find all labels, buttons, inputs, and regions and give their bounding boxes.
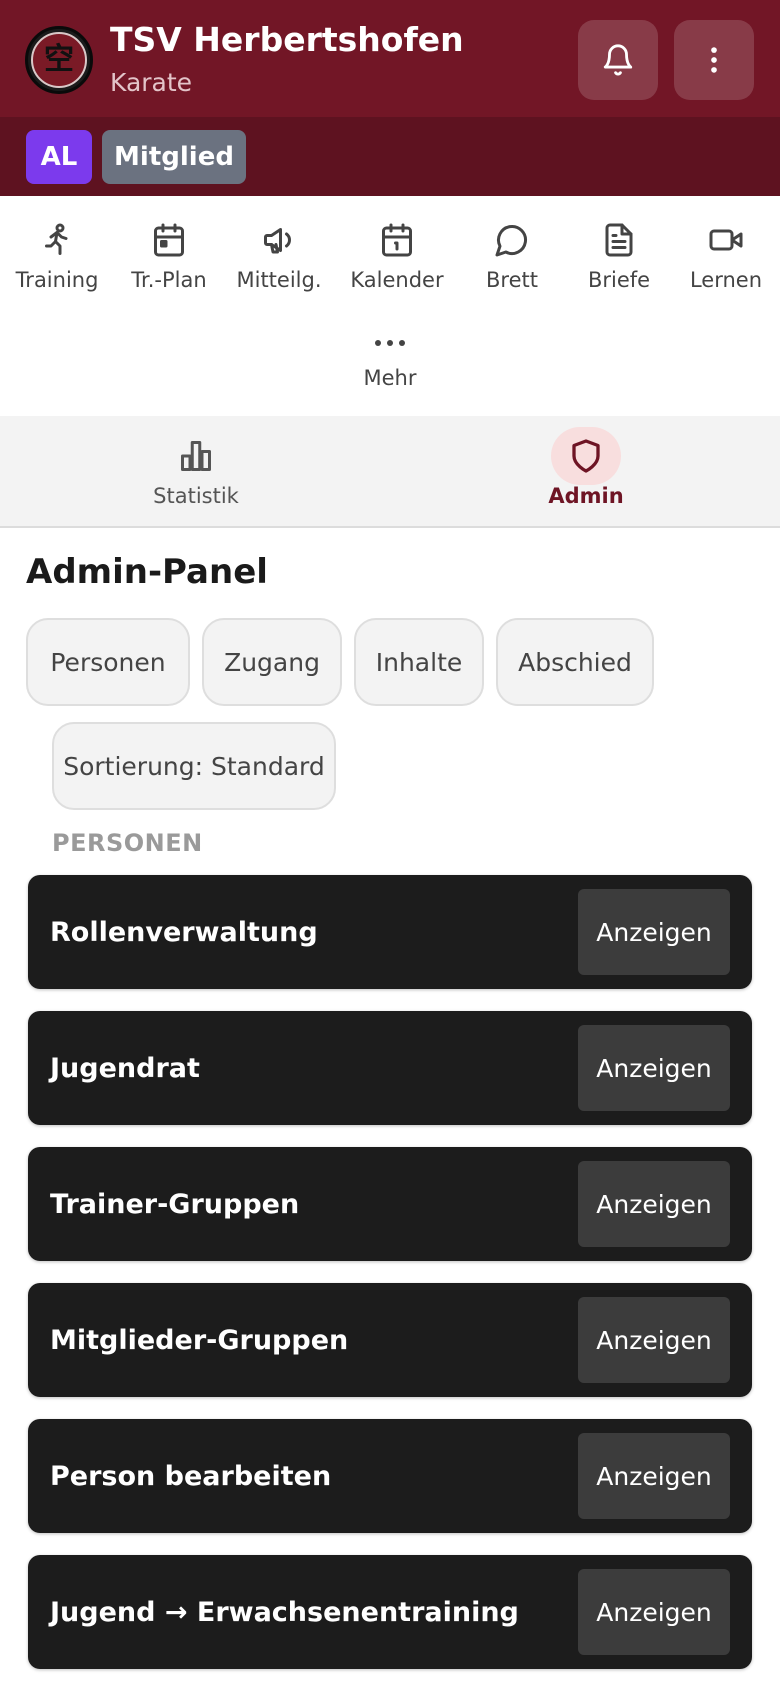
card-title: Rollenverwaltung — [50, 916, 318, 948]
filter-chip-access[interactable]: Zugang — [202, 618, 342, 706]
admin-card-member-groups: Mitglieder-Gruppen Anzeigen — [28, 1283, 752, 1397]
filter-chip-content[interactable]: Inhalte — [354, 618, 484, 706]
bar-chart-icon — [181, 441, 211, 471]
running-icon — [45, 223, 68, 255]
main-navigation: Training Tr.-Plan Mitteilg. Kalender Bre… — [0, 196, 780, 416]
show-button[interactable]: Anzeigen — [578, 1297, 730, 1383]
nav-item-announcements[interactable]: Mitteilg. — [224, 220, 334, 292]
tab-admin[interactable]: Admin — [486, 427, 686, 508]
sort-button[interactable]: Sortierung: Standard — [52, 722, 336, 810]
section-label: PERSONEN — [52, 829, 203, 857]
admin-card-youth-council: Jugendrat Anzeigen — [28, 1011, 752, 1125]
nav-item-more[interactable]: Mehr — [335, 328, 445, 390]
section-tabs: Statistik Admin — [0, 416, 780, 528]
card-title: Jugendrat — [50, 1052, 200, 1084]
tab-label: Statistik — [153, 484, 239, 508]
more-options-button[interactable] — [674, 20, 754, 100]
filter-chip-farewell[interactable]: Abschied — [496, 618, 654, 706]
show-button[interactable]: Anzeigen — [578, 1161, 730, 1247]
role-bar: AL Mitglied — [0, 117, 780, 196]
card-title: Person bearbeiten — [50, 1460, 332, 1492]
chat-bubble-icon — [495, 224, 528, 257]
card-title: Trainer-Gruppen — [50, 1188, 300, 1220]
department-name: Karate — [110, 68, 193, 97]
admin-card-role-management: Rollenverwaltung Anzeigen — [28, 875, 752, 989]
nav-label: Tr.-Plan — [131, 268, 207, 292]
bell-icon — [603, 44, 633, 76]
notifications-button[interactable] — [578, 20, 658, 100]
nav-item-training-plan[interactable]: Tr.-Plan — [114, 220, 224, 292]
club-logo: 空 — [25, 26, 93, 94]
filter-chip-persons[interactable]: Personen — [26, 618, 190, 706]
nav-item-training[interactable]: Training — [2, 220, 112, 292]
more-vertical-icon — [711, 47, 717, 73]
role-badge: Mitglied — [102, 130, 246, 184]
user-initials-badge[interactable]: AL — [26, 130, 92, 184]
card-title: Jugend → Erwachsenentraining — [50, 1596, 519, 1628]
show-button[interactable]: Anzeigen — [578, 1025, 730, 1111]
show-button[interactable]: Anzeigen — [578, 1433, 730, 1519]
app-header: 空 TSV Herbertshofen Karate — [0, 0, 780, 117]
admin-card-edit-person: Person bearbeiten Anzeigen — [28, 1419, 752, 1533]
nav-label: Training — [15, 268, 99, 292]
card-title: Mitglieder-Gruppen — [50, 1324, 349, 1356]
nav-label: Mehr — [363, 366, 417, 390]
nav-label: Lernen — [689, 268, 763, 292]
megaphone-icon — [264, 228, 291, 254]
nav-item-letters[interactable]: Briefe — [564, 220, 674, 292]
document-icon — [605, 223, 633, 257]
calendar-icon — [154, 223, 184, 257]
tab-label: Admin — [548, 484, 624, 508]
calendar-icon — [382, 223, 412, 257]
nav-item-learning[interactable]: Lernen — [671, 220, 780, 292]
show-button[interactable]: Anzeigen — [578, 889, 730, 975]
nav-label: Briefe — [587, 268, 651, 292]
show-button[interactable]: Anzeigen — [578, 1569, 730, 1655]
admin-card-trainer-groups: Trainer-Gruppen Anzeigen — [28, 1147, 752, 1261]
club-name: TSV Herbertshofen — [110, 20, 464, 59]
more-horizontal-icon — [375, 340, 405, 346]
page-title: Admin-Panel — [26, 552, 268, 592]
video-icon — [709, 229, 743, 251]
admin-card-youth-to-adult-training: Jugend → Erwachsenentraining Anzeigen — [28, 1555, 752, 1669]
nav-label: Brett — [486, 268, 538, 292]
nav-label: Kalender — [350, 268, 444, 292]
nav-item-board[interactable]: Brett — [457, 220, 567, 292]
tab-statistics[interactable]: Statistik — [96, 432, 296, 508]
karate-emblem-icon: 空 — [31, 32, 87, 88]
shield-icon — [572, 439, 600, 473]
nav-label: Mitteilg. — [236, 268, 322, 292]
nav-item-calendar[interactable]: Kalender — [342, 220, 452, 292]
